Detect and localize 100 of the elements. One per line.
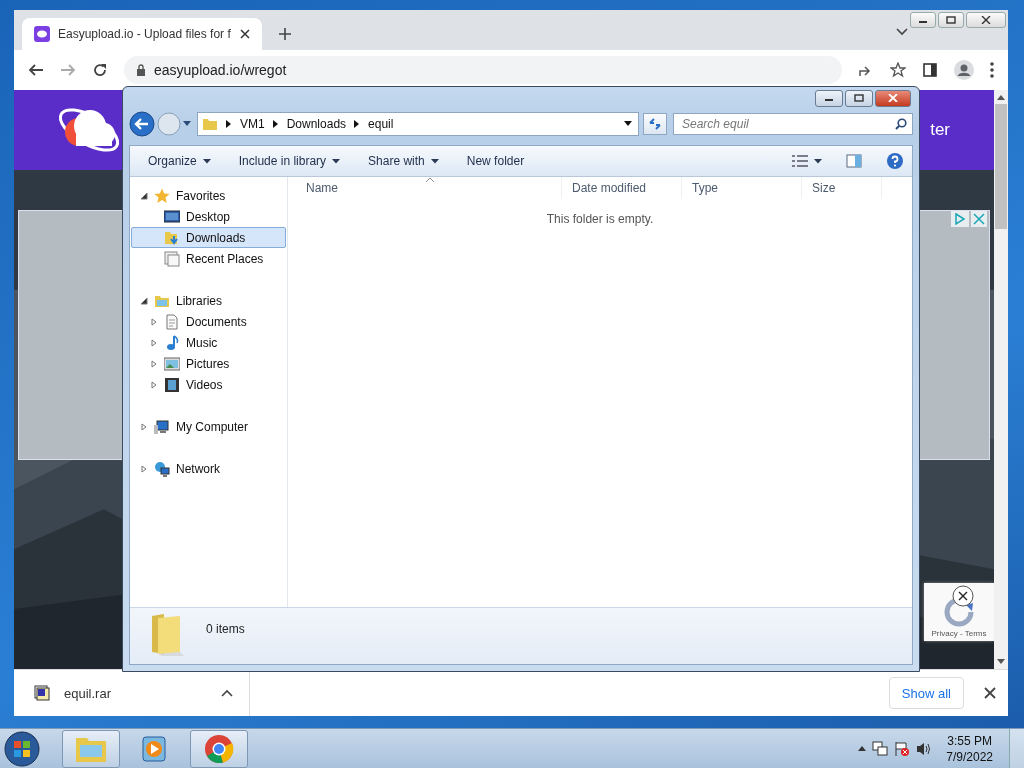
desktop-icon (164, 208, 180, 225)
videos-icon (164, 376, 180, 393)
profile-icon[interactable] (954, 60, 974, 80)
back-button-icon[interactable] (129, 111, 155, 137)
breadcrumb-item[interactable]: VM1 (240, 117, 265, 131)
folder-icon (150, 612, 186, 656)
command-button[interactable]: Organize (140, 151, 219, 171)
show-all-button[interactable]: Show all (888, 677, 964, 709)
nav-item[interactable]: Desktop (131, 206, 286, 227)
item-count: 0 items (206, 622, 245, 636)
command-button[interactable]: Share with (360, 151, 447, 171)
breadcrumb-item[interactable]: Downloads (286, 117, 347, 131)
chevron-right-icon[interactable] (354, 120, 361, 128)
network-icon (154, 460, 170, 477)
refresh-icon (648, 117, 662, 131)
maximize-icon (854, 94, 864, 102)
star-icon (154, 187, 170, 204)
privacy-terms-link[interactable]: Privacy - Terms (931, 629, 987, 638)
column-header[interactable]: Size (802, 177, 882, 199)
network-icon[interactable] (872, 740, 889, 757)
nav-item[interactable]: Recent Places (131, 248, 286, 269)
volume-icon[interactable] (916, 740, 933, 757)
chevron-down-icon[interactable] (896, 28, 908, 36)
close-button[interactable] (875, 89, 911, 107)
start-button[interactable] (4, 730, 40, 767)
recaptcha-icon (942, 597, 976, 627)
nav-label: Favorites (176, 188, 226, 203)
pictures-icon (164, 355, 180, 372)
address-bar[interactable]: easyupload.io/wregot (124, 56, 842, 84)
close-button[interactable] (966, 12, 1006, 28)
maximize-button[interactable] (845, 89, 873, 107)
clock-date: 7/9/2022 (946, 748, 993, 765)
breadcrumb-item[interactable]: equil (368, 117, 394, 131)
nav-item[interactable]: Pictures (131, 353, 286, 374)
minimize-button[interactable] (815, 89, 843, 107)
expander-icon[interactable] (140, 191, 148, 200)
favicon-icon (34, 26, 50, 42)
media-player-icon (141, 734, 169, 763)
column-header[interactable]: Type (682, 177, 802, 199)
caret-icon[interactable] (814, 158, 822, 164)
view-options-icon[interactable] (792, 155, 808, 167)
nav-item[interactable]: Favorites (130, 185, 287, 206)
back-icon[interactable] (28, 62, 44, 78)
expander-icon[interactable] (140, 296, 148, 305)
new-tab-icon[interactable] (278, 27, 292, 41)
scroll-down-icon[interactable] (997, 659, 1005, 665)
side-panel-icon[interactable] (922, 62, 938, 78)
flag-warning-icon[interactable] (894, 740, 911, 757)
browser-icon (204, 733, 234, 764)
recent-icon (164, 250, 180, 267)
close-icon (981, 16, 991, 24)
caret-icon[interactable] (624, 121, 632, 127)
nav-label: Network (176, 461, 220, 476)
nav-item[interactable]: Libraries (130, 290, 287, 311)
close-icon[interactable] (952, 585, 974, 607)
search-field[interactable]: Search equil (673, 113, 913, 135)
empty-message: This folder is empty. (546, 212, 654, 226)
close-icon[interactable] (240, 29, 250, 39)
scroll-up-icon[interactable] (997, 94, 1005, 100)
browser-tab[interactable]: Easyupload.io - Upload files for f (22, 18, 262, 50)
close-icon[interactable] (984, 687, 996, 699)
nav-item[interactable]: Network (130, 458, 287, 479)
column-header[interactable]: Date modified (562, 177, 682, 199)
music-icon (164, 334, 180, 351)
nav-label: My Computer (176, 419, 249, 434)
chevron-up-icon[interactable] (221, 689, 233, 697)
taskbar-app[interactable] (62, 729, 120, 768)
address-bar[interactable]: VM1 Downloads equil (197, 112, 639, 136)
nav-item[interactable]: My Computer (130, 416, 287, 437)
tray-arrow-icon[interactable] (858, 746, 867, 751)
command-button[interactable]: Include in library (230, 151, 349, 171)
column-header[interactable]: Name (296, 177, 562, 199)
help-icon[interactable] (886, 152, 904, 170)
command-button[interactable]: New folder (458, 151, 533, 171)
nav-item[interactable]: Videos (131, 374, 286, 395)
lock-icon (136, 64, 146, 76)
taskbar-app[interactable] (190, 729, 248, 768)
minimize-button[interactable] (910, 12, 936, 28)
reload-icon[interactable] (92, 62, 108, 78)
chevron-right-icon[interactable] (272, 120, 279, 128)
nav-item[interactable]: Downloads (131, 227, 286, 248)
downloads-icon (164, 229, 180, 246)
nav-label: Libraries (176, 293, 223, 308)
folder-icon (202, 117, 218, 131)
restore-button[interactable] (938, 12, 964, 28)
clock[interactable]: 3:55 PM 7/9/2022 (946, 732, 993, 765)
computer-icon (154, 418, 170, 435)
menu-icon[interactable] (990, 62, 994, 78)
header-link[interactable]: ter (930, 120, 950, 140)
documents-icon (164, 313, 180, 330)
clock-time: 3:55 PM (947, 732, 992, 749)
refresh-button[interactable] (643, 113, 667, 135)
close-icon (888, 94, 898, 102)
scrollbar-thumb[interactable] (995, 104, 1007, 229)
archive-icon (34, 685, 50, 701)
nav-item[interactable]: Music (131, 332, 286, 353)
chevron-right-icon[interactable] (226, 120, 232, 128)
star-icon[interactable] (890, 62, 906, 78)
restore-icon (946, 16, 956, 24)
nav-item[interactable]: Documents (131, 311, 286, 332)
